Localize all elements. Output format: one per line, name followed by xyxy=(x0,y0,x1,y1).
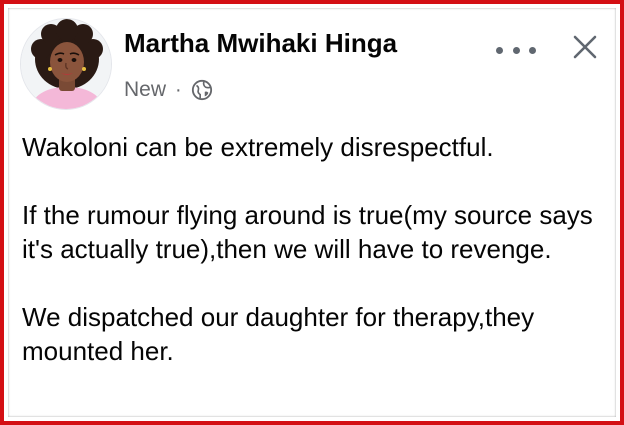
more-dot xyxy=(512,46,520,54)
post-body: Wakoloni can be extremely disrespectful.… xyxy=(22,130,612,368)
post-paragraph: We dispatched our daughter for therapy,t… xyxy=(22,302,535,366)
close-icon[interactable] xyxy=(570,32,600,62)
globe-icon[interactable] xyxy=(191,79,213,101)
meta-separator: · xyxy=(175,78,182,101)
avatar-illustration xyxy=(21,19,111,109)
meta-label: New xyxy=(124,78,167,101)
post-card: Martha Mwihaki Hinga New · Wakoloni can … xyxy=(0,0,624,425)
post-paragraph: Wakoloni can be extremely disrespectful. xyxy=(22,132,494,162)
author-name[interactable]: Martha Mwihaki Hinga xyxy=(124,28,397,59)
post-meta: New · xyxy=(124,78,213,102)
post-paragraph: If the rumour flying around is true(my s… xyxy=(22,200,593,264)
more-dot xyxy=(529,46,536,54)
more-dot xyxy=(496,46,503,54)
post-header: Martha Mwihaki Hinga New · xyxy=(20,18,604,118)
more-options-icon[interactable] xyxy=(496,40,536,60)
avatar[interactable] xyxy=(20,18,112,110)
